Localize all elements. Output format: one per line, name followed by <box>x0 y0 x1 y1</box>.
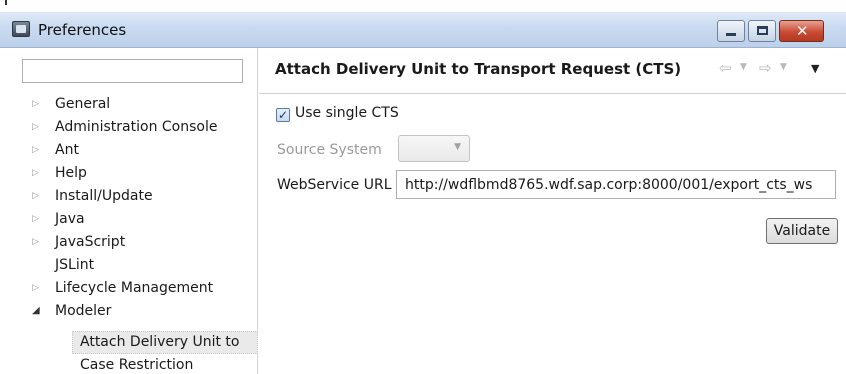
close-button[interactable]: ✕ <box>779 20 824 42</box>
webservice-url-label: WebService URL <box>277 177 392 193</box>
minimize-button[interactable] <box>717 20 745 42</box>
webservice-url-input[interactable] <box>396 170 836 199</box>
maximize-icon <box>757 26 768 35</box>
window-title: Preferences <box>38 21 127 39</box>
tree-item-jslint[interactable]: JSLint <box>0 254 258 276</box>
tree-item-label: Help <box>55 165 87 181</box>
tree-item-attach-delivery-unit[interactable]: Attach Delivery Unit to <box>0 331 258 353</box>
minimize-icon <box>726 33 736 36</box>
tree-item-label: Java <box>55 211 85 227</box>
page-header: Attach Delivery Unit to Transport Reques… <box>259 48 846 94</box>
tree-item-general[interactable]: ▷ General <box>0 93 258 115</box>
tree-item-label: Lifecycle Management <box>55 280 214 296</box>
forward-arrow-icon[interactable]: ⇨ <box>759 59 772 77</box>
tree-item-ant[interactable]: ▷ Ant <box>0 139 258 161</box>
expand-arrow-icon[interactable]: ▷ <box>32 185 42 207</box>
expand-arrow-icon[interactable]: ▷ <box>32 116 42 138</box>
expand-arrow-icon[interactable]: ▷ <box>32 208 42 230</box>
tree-item-label: JavaScript <box>55 234 126 250</box>
view-menu-icon[interactable]: ▼ <box>811 62 819 75</box>
tree-item-label: JSLint <box>55 257 95 273</box>
chevron-down-icon: ▼ <box>454 142 461 152</box>
close-icon: ✕ <box>796 22 809 40</box>
tree-item-label: Ant <box>55 142 79 158</box>
preferences-tree-panel: ▷ General ▷ Administration Console ▷ Ant… <box>0 48 258 374</box>
tree-item-label: Administration Console <box>55 119 218 135</box>
tree-item-label: General <box>55 96 111 112</box>
expand-arrow-icon[interactable]: ▷ <box>32 231 42 253</box>
tree-item-help[interactable]: ▷ Help <box>0 162 258 184</box>
tree-item-label: Case Restriction <box>80 357 194 373</box>
preferences-icon <box>12 21 30 37</box>
forward-dropdown-icon[interactable]: ▼ <box>780 62 787 72</box>
tree-item-administration-console[interactable]: ▷ Administration Console <box>0 116 258 138</box>
edge-mark <box>5 0 7 5</box>
maximize-button[interactable] <box>748 20 776 42</box>
tree-item-java[interactable]: ▷ Java <box>0 208 258 230</box>
source-system-label: Source System <box>277 142 382 158</box>
expand-arrow-icon[interactable]: ▷ <box>32 139 42 161</box>
use-single-cts-label[interactable]: Use single CTS <box>295 105 399 121</box>
source-system-combo: ▼ <box>398 135 470 162</box>
window-titlebar[interactable]: Preferences ✕ <box>0 12 846 48</box>
expand-arrow-icon[interactable]: ▷ <box>32 277 42 299</box>
page-title: Attach Delivery Unit to Transport Reques… <box>275 60 682 78</box>
expand-arrow-icon[interactable]: ▷ <box>32 93 42 115</box>
tree-item-lifecycle-management[interactable]: ▷ Lifecycle Management <box>0 277 258 299</box>
tree-item-javascript[interactable]: ▷ JavaScript <box>0 231 258 253</box>
back-dropdown-icon[interactable]: ▼ <box>740 62 747 72</box>
validate-button[interactable]: Validate <box>766 218 838 244</box>
tree-item-label: Install/Update <box>55 188 153 204</box>
preference-page: Attach Delivery Unit to Transport Reques… <box>259 48 846 374</box>
use-single-cts-checkbox[interactable]: ✓ <box>276 108 290 122</box>
tree-item-case-restriction[interactable]: Case Restriction <box>0 354 258 374</box>
tree-item-modeler[interactable]: ◢ Modeler <box>0 300 258 322</box>
filter-input[interactable] <box>22 59 243 83</box>
tree-item-label: Attach Delivery Unit to <box>80 334 240 350</box>
back-arrow-icon[interactable]: ⇦ <box>719 59 732 77</box>
tree-item-label: Modeler <box>55 303 112 319</box>
expand-arrow-icon[interactable]: ▷ <box>32 162 42 184</box>
collapse-arrow-icon[interactable]: ◢ <box>32 300 42 322</box>
tree-item-install-update[interactable]: ▷ Install/Update <box>0 185 258 207</box>
